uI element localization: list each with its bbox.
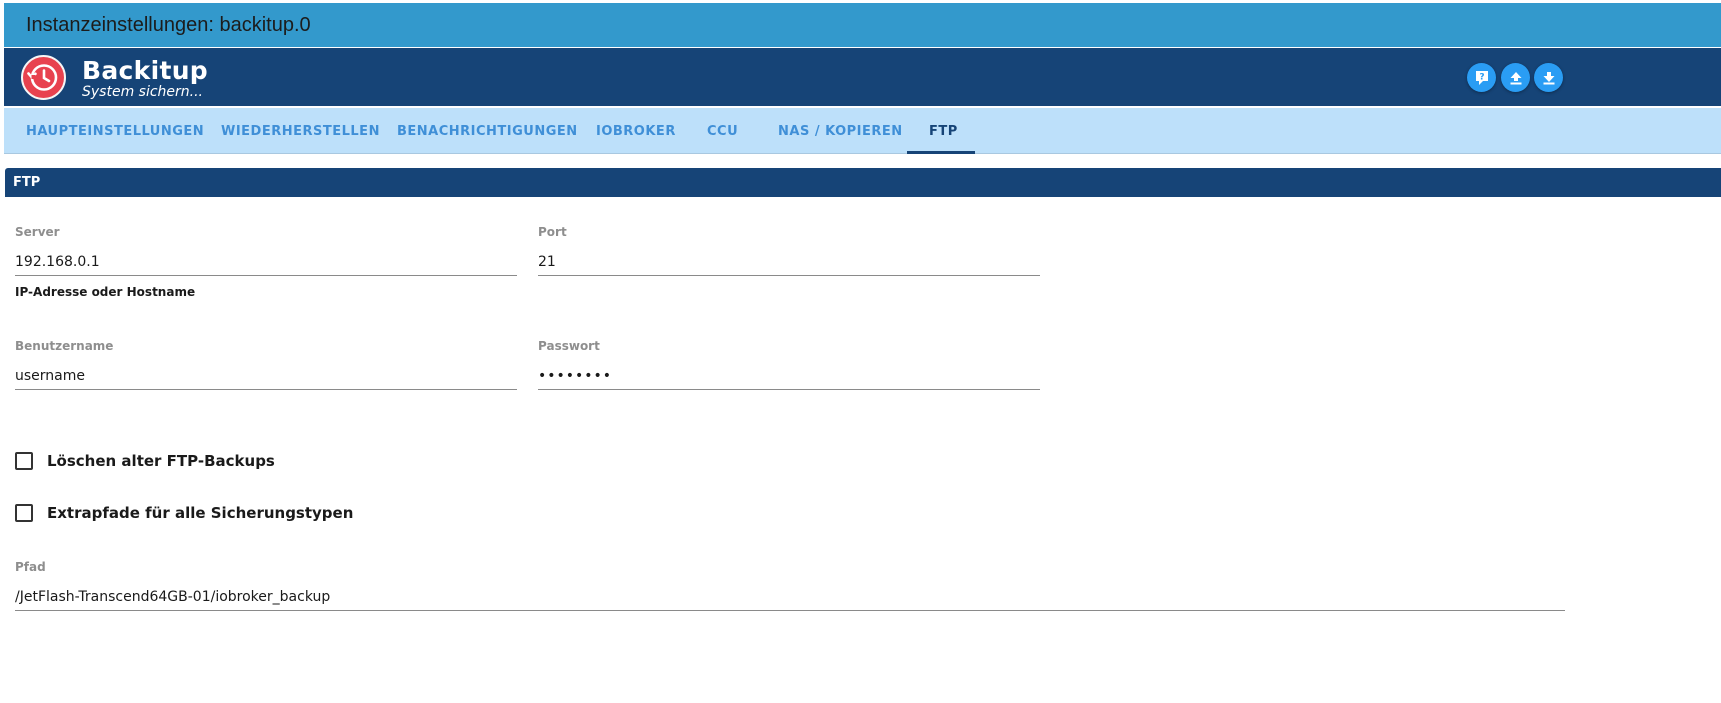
port-field[interactable]: Port 21 <box>538 225 1040 285</box>
tab-ftp[interactable]: FTP <box>929 108 958 154</box>
app-tagline: System sichern... <box>82 84 204 100</box>
extra-paths-option[interactable]: Extrapfade für alle Sicherungstypen <box>15 504 353 522</box>
tab-iobroker[interactable]: IOBROKER <box>596 108 676 154</box>
window-title: Instanzeinstellungen: backitup.0 <box>26 13 311 36</box>
delete-old-backups-checkbox[interactable] <box>15 452 33 470</box>
password-underline <box>538 389 1040 390</box>
path-underline <box>15 610 1565 611</box>
delete-old-backups-option[interactable]: Löschen alter FTP-Backups <box>15 452 275 470</box>
extra-paths-label: Extrapfade für alle Sicherungstypen <box>47 504 354 522</box>
help-button[interactable]: ? <box>1467 63 1496 92</box>
port-underline <box>538 275 1040 276</box>
settings-tabs: HAUPTEINSTELLUNGEN WIEDERHERSTELLEN BENA… <box>4 108 1721 154</box>
server-help-text: IP-Adresse oder Hostname <box>15 285 196 299</box>
backup-clock-icon <box>21 55 66 100</box>
upload-icon <box>1510 71 1521 84</box>
upload-button[interactable] <box>1501 63 1530 92</box>
tab-haupteinstellungen[interactable]: HAUPTEINSTELLUNGEN <box>26 108 204 154</box>
tab-benachrichtigungen[interactable]: BENACHRICHTIGUNGEN <box>397 108 578 154</box>
server-field[interactable]: Server 192.168.0.1 IP-Adresse oder Hostn… <box>15 225 517 305</box>
server-underline <box>15 275 517 276</box>
password-input[interactable]: •••••••• <box>538 368 612 384</box>
help-icon: ? <box>1475 70 1488 85</box>
port-label: Port <box>538 225 567 239</box>
app-header: Backitup System sichern... ? <box>4 48 1721 106</box>
server-input[interactable]: 192.168.0.1 <box>15 254 100 270</box>
extra-paths-checkbox[interactable] <box>15 504 33 522</box>
username-underline <box>15 389 517 390</box>
section-header: FTP <box>5 168 1721 197</box>
delete-old-backups-label: Löschen alter FTP-Backups <box>47 452 275 470</box>
active-tab-indicator <box>907 151 975 154</box>
path-input[interactable]: /JetFlash-Transcend64GB-01/iobroker_back… <box>15 589 330 605</box>
download-button[interactable] <box>1534 63 1563 92</box>
app-name: Backitup <box>82 56 208 85</box>
section-title: FTP <box>13 175 41 190</box>
tab-ccu[interactable]: CCU <box>707 108 738 154</box>
username-input[interactable]: username <box>15 368 85 384</box>
tab-wiederherstellen[interactable]: WIEDERHERSTELLEN <box>221 108 380 154</box>
port-input[interactable]: 21 <box>538 254 556 270</box>
username-label: Benutzername <box>15 339 114 353</box>
svg-text:?: ? <box>1479 72 1484 82</box>
path-field[interactable]: Pfad /JetFlash-Transcend64GB-01/iobroker… <box>15 560 1565 620</box>
password-field[interactable]: Passwort •••••••• <box>538 339 1040 399</box>
path-label: Pfad <box>15 560 46 574</box>
password-label: Passwort <box>538 339 600 353</box>
username-field[interactable]: Benutzername username <box>15 339 517 399</box>
download-icon <box>1543 71 1554 84</box>
server-label: Server <box>15 225 60 239</box>
window-title-bar: Instanzeinstellungen: backitup.0 <box>4 3 1721 47</box>
tab-nas-kopieren[interactable]: NAS / KOPIEREN <box>778 108 903 154</box>
